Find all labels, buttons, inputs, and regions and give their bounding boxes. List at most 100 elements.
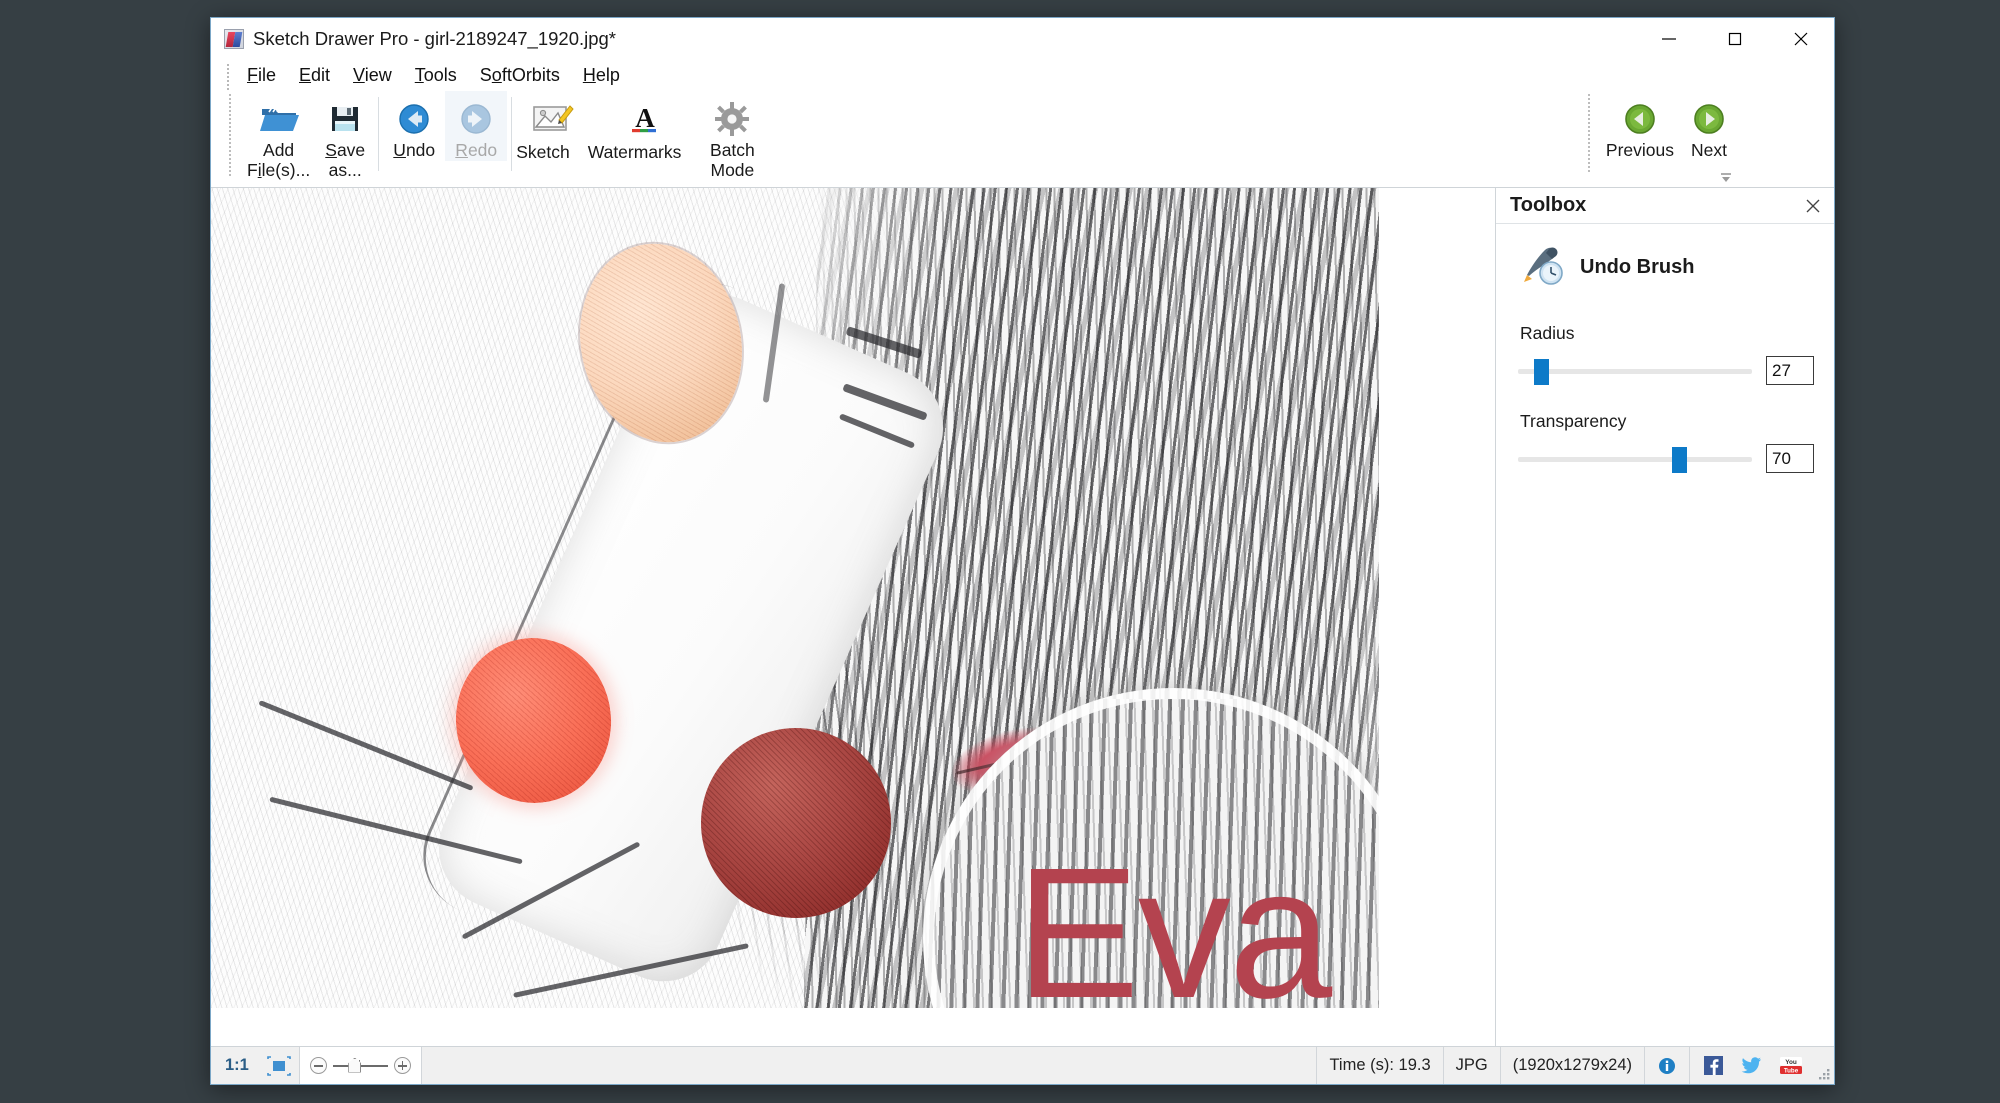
menu-item-softorbits[interactable]: SoftOrbits <box>469 63 571 88</box>
toolbar-overflow-icon[interactable] <box>1718 170 1734 184</box>
zoom-out-icon[interactable] <box>309 1057 327 1074</box>
window-controls <box>1636 18 1834 60</box>
info-button[interactable] <box>1645 1047 1690 1084</box>
watermark-text: Eva <box>1015 830 1333 1009</box>
resize-grip-icon[interactable] <box>1816 1047 1834 1084</box>
previous-label: Previous <box>1605 140 1674 160</box>
transparency-slider[interactable] <box>1518 446 1752 473</box>
previous-button[interactable]: Previous <box>1600 91 1680 161</box>
info-icon <box>1659 1057 1675 1074</box>
radius-value-field[interactable]: 27 <box>1766 356 1814 385</box>
facebook-button[interactable] <box>1698 1056 1729 1075</box>
dark-red-ball-object <box>701 728 891 918</box>
redo-label: Redo <box>455 140 498 160</box>
menu-item-tools[interactable]: Tools <box>404 63 468 88</box>
maximize-button[interactable] <box>1702 18 1768 60</box>
nav-group-drag-handle[interactable] <box>1587 94 1590 172</box>
menu-item-file[interactable]: File <box>236 63 287 88</box>
effects-label-row: Sketch Watermarks <box>516 142 682 163</box>
transparency-slider-row: 70 <box>1518 444 1814 473</box>
toolbox-panel: Toolbox Undo Brush Radius 27 Transparenc… <box>1496 188 1834 1046</box>
undo-label: Undo <box>393 140 436 160</box>
zoom-in-icon[interactable] <box>393 1057 411 1074</box>
open-folder-icon <box>256 97 302 141</box>
radius-slider-thumb[interactable] <box>1534 358 1550 385</box>
sketch-icon[interactable] <box>530 97 576 141</box>
next-label: Next <box>1691 140 1727 160</box>
toolbox-close-button[interactable] <box>1802 195 1824 217</box>
active-tool-name: Undo Brush <box>1580 256 1695 278</box>
menu-item-help[interactable]: Help <box>572 63 631 88</box>
social-links-group: You Tube <box>1690 1047 1816 1084</box>
undo-arrow-icon <box>391 97 437 141</box>
close-icon <box>1794 32 1808 46</box>
close-icon <box>1806 199 1820 212</box>
twitter-icon <box>1741 1057 1761 1074</box>
toolbar-group-navigation: Previous Next <box>1587 91 1738 183</box>
image-canvas-pane[interactable]: Eva <box>211 188 1496 1046</box>
add-files-button[interactable]: Add File(s)... <box>241 91 316 180</box>
toolbar-drag-handle[interactable] <box>229 94 231 178</box>
status-bar: 1:1 Time (s): 19.3 JPG (1920x1279x24) Yo… <box>211 1046 1834 1084</box>
menu-bar: File Edit View Tools SoftOrbits Help <box>211 60 1834 91</box>
batch-mode-label-line2: Mode <box>710 159 755 180</box>
zoom-slider-track[interactable] <box>332 1057 388 1075</box>
save-as-button[interactable]: Save as... <box>316 91 374 180</box>
add-files-label-line2: File(s)... <box>247 159 311 180</box>
window-title: Sketch Drawer Pro - girl-2189247_1920.jp… <box>253 28 617 49</box>
facebook-icon <box>1704 1056 1723 1075</box>
toolbar-group-batch: Batch Mode <box>703 91 761 183</box>
svg-text:Tube: Tube <box>1784 1068 1799 1075</box>
undo-button[interactable]: Undo <box>383 91 445 161</box>
title-bar-left: Sketch Drawer Pro - girl-2189247_1920.jp… <box>211 28 616 50</box>
youtube-button[interactable]: You Tube <box>1774 1056 1808 1075</box>
watermarks-label: Watermarks <box>587 142 682 162</box>
youtube-icon: You Tube <box>1780 1057 1802 1075</box>
file-format-label: JPG <box>1444 1047 1501 1084</box>
redo-button[interactable]: Redo <box>445 91 508 161</box>
minimize-icon <box>1662 38 1676 40</box>
fit-to-window-button[interactable] <box>259 1047 300 1084</box>
radius-slider-row: 27 <box>1518 356 1814 385</box>
batch-mode-button[interactable]: Batch Mode <box>703 91 761 180</box>
toolbox-header: Toolbox <box>1496 188 1834 224</box>
active-tool-row: Undo Brush <box>1518 242 1814 293</box>
add-files-label-line1: Add <box>263 140 295 160</box>
desktop-background: Sketch Drawer Pro - girl-2189247_1920.jp… <box>0 0 2000 1103</box>
main-body: Eva Toolbox Undo Brush Radius 27 Transpa… <box>211 188 1834 1046</box>
image-dimensions-label: (1920x1279x24) <box>1501 1047 1645 1084</box>
svg-text:You: You <box>1785 1059 1797 1066</box>
status-bar-spacer <box>422 1047 1318 1084</box>
application-window: Sketch Drawer Pro - girl-2189247_1920.jp… <box>210 17 1835 1085</box>
twitter-button[interactable] <box>1735 1056 1768 1075</box>
menu-item-edit[interactable]: Edit <box>288 63 341 88</box>
fit-to-window-icon <box>267 1055 291 1076</box>
transparency-label: Transparency <box>1520 411 1627 431</box>
zoom-slider-control[interactable] <box>299 1047 422 1084</box>
toolbox-body: Undo Brush Radius 27 Transparency 70 <box>1496 224 1834 499</box>
toolbar-group-file: Add File(s)... Save as... <box>241 91 374 183</box>
sketch-drawer-icon <box>224 29 244 49</box>
toolbar-separator-1 <box>378 97 380 171</box>
transparency-slider-thumb[interactable] <box>1672 446 1688 473</box>
next-button[interactable]: Next <box>1680 91 1738 161</box>
close-button[interactable] <box>1768 18 1834 60</box>
menu-item-view[interactable]: View <box>342 63 403 88</box>
sketch-image[interactable]: Eva <box>211 188 1379 1008</box>
gear-icon <box>709 97 755 141</box>
undo-brush-icon <box>1518 242 1566 293</box>
menu-item-file-label: ile <box>258 65 277 85</box>
radius-slider[interactable] <box>1518 358 1752 385</box>
toolbar-group-effects: A Sketch Watermarks <box>516 91 681 163</box>
watermarks-icon[interactable]: A <box>622 97 668 141</box>
transparency-value-field[interactable]: 70 <box>1766 444 1814 473</box>
toolbar: Add File(s)... Save as... Undo Redo A Sk… <box>211 91 1834 188</box>
save-as-label-line2: as... <box>328 159 362 180</box>
previous-arrow-icon <box>1617 97 1663 141</box>
maximize-icon <box>1728 32 1742 46</box>
minimize-button[interactable] <box>1636 18 1702 60</box>
zoom-ratio-button[interactable]: 1:1 <box>211 1047 259 1084</box>
toolbar-separator-2 <box>511 97 513 171</box>
floppy-disk-icon <box>322 97 368 141</box>
sketch-label: Sketch <box>516 142 570 162</box>
